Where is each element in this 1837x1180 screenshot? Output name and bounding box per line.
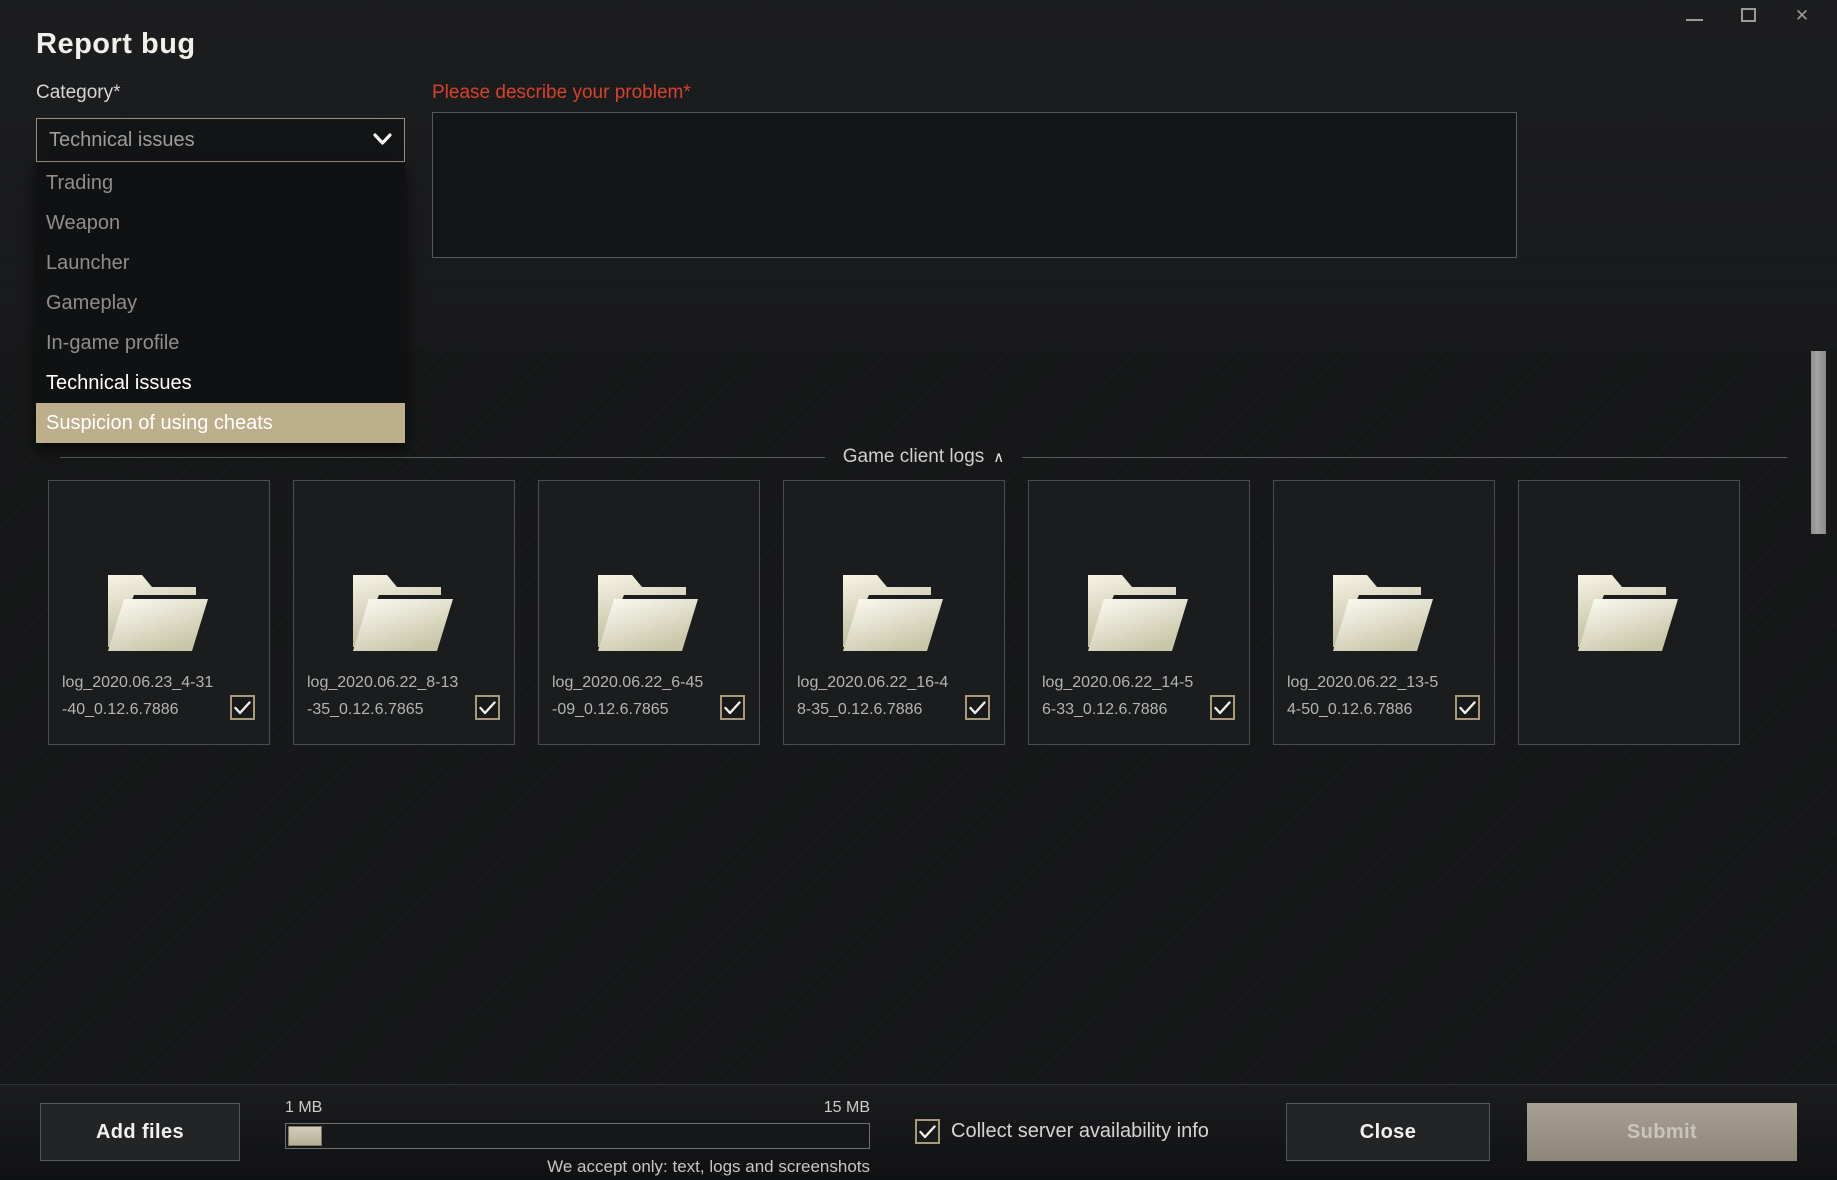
add-files-button[interactable]: Add files xyxy=(40,1103,240,1161)
log-file-name: log_2020.06.22_13-54-50_0.12.6.7886 xyxy=(1287,674,1439,718)
category-select[interactable]: Technical issues xyxy=(36,118,405,162)
collect-server-info-checkbox[interactable]: Collect server availability info xyxy=(915,1119,1209,1144)
log-file-card[interactable]: log_2020.06.22_8-13-35_0.12.6.7865 xyxy=(293,480,515,745)
minimize-icon[interactable] xyxy=(1681,2,1707,28)
log-file-name: log_2020.06.22_14-56-33_0.12.6.7886 xyxy=(1042,674,1194,718)
checkbox-box xyxy=(915,1119,940,1144)
description-label: Please describe your problem* xyxy=(432,82,691,103)
log-file-checkbox[interactable] xyxy=(1455,695,1480,720)
folder-icon xyxy=(108,575,208,651)
section-toggle[interactable]: Game client logs ∧ xyxy=(843,446,1005,468)
dropdown-option[interactable]: Launcher xyxy=(36,243,405,283)
log-file-name: log_2020.06.22_16-48-35_0.12.6.7886 xyxy=(797,674,949,718)
collect-server-info-label: Collect server availability info xyxy=(951,1120,1209,1142)
log-file-name: log_2020.06.22_6-45-09_0.12.6.7865 xyxy=(552,674,704,718)
log-file-grid: log_2020.06.23_4-31-40_0.12.6.7886 log_2… xyxy=(48,480,1788,745)
log-file-card[interactable]: log_2020.06.22_6-45-09_0.12.6.7865 xyxy=(538,480,760,745)
log-file-checkbox[interactable] xyxy=(230,695,255,720)
folder-icon xyxy=(1084,569,1194,666)
footer-bar: Add files 1 MB 15 MB We accept only: tex… xyxy=(0,1084,1837,1180)
window-title-bar: ✕ xyxy=(0,0,1837,30)
log-file-checkbox[interactable] xyxy=(1210,695,1235,720)
folder-icon xyxy=(1329,569,1439,666)
close-icon[interactable]: ✕ xyxy=(1789,2,1815,28)
folder-icon xyxy=(1574,569,1684,666)
section-title-label: Game client logs xyxy=(842,446,985,467)
folder-icon xyxy=(1578,575,1678,651)
check-icon xyxy=(919,1124,936,1138)
file-size-slider-group: 1 MB 15 MB We accept only: text, logs an… xyxy=(285,1099,870,1177)
dropdown-option[interactable]: Suspicion of using cheats xyxy=(36,403,405,443)
folder-icon xyxy=(839,569,949,666)
check-icon xyxy=(234,700,251,714)
chevron-down-glyph xyxy=(373,132,392,145)
slider-marks: 1 MB 15 MB xyxy=(285,1099,870,1117)
log-file-checkbox[interactable] xyxy=(720,695,745,720)
check-icon xyxy=(479,700,496,714)
page-title: Report bug xyxy=(36,28,196,60)
close-button[interactable]: Close xyxy=(1286,1103,1490,1161)
check-icon xyxy=(724,700,741,714)
dropdown-option[interactable]: In-game profile xyxy=(36,323,405,363)
category-select-value: Technical issues xyxy=(49,128,195,151)
folder-icon xyxy=(1088,575,1188,651)
dropdown-option[interactable]: Weapon xyxy=(36,203,405,243)
accept-note: We accept only: text, logs and screensho… xyxy=(547,1157,870,1176)
panel-scrollbar-thumb[interactable] xyxy=(1811,351,1826,534)
dropdown-option[interactable]: Trading xyxy=(36,163,405,203)
folder-icon xyxy=(104,569,214,666)
folder-icon xyxy=(594,569,704,666)
log-file-checkbox[interactable] xyxy=(965,695,990,720)
description-input[interactable] xyxy=(432,112,1517,258)
folder-icon xyxy=(843,575,943,651)
log-file-card[interactable]: log_2020.06.22_16-48-35_0.12.6.7886 xyxy=(783,480,1005,745)
log-file-card[interactable]: log_2020.06.22_14-56-33_0.12.6.7886 xyxy=(1028,480,1250,745)
folder-icon xyxy=(598,575,698,651)
log-file-card[interactable] xyxy=(1518,480,1740,745)
log-file-card[interactable]: log_2020.06.23_4-31-40_0.12.6.7886 xyxy=(48,480,270,745)
category-dropdown-list[interactable]: Trading Weapon Launcher Gameplay In-game pro… xyxy=(36,163,405,443)
dropdown-option[interactable]: Gameplay xyxy=(36,283,405,323)
chevron-down-icon xyxy=(373,132,392,149)
submit-button: Submit xyxy=(1527,1103,1797,1161)
check-icon xyxy=(969,700,986,714)
log-file-name: log_2020.06.23_4-31-40_0.12.6.7886 xyxy=(62,674,214,718)
check-icon xyxy=(1459,700,1476,714)
divider-left xyxy=(60,456,825,458)
slider-max-label: 15 MB xyxy=(823,1099,870,1116)
maximize-icon[interactable] xyxy=(1735,2,1761,28)
log-file-checkbox[interactable] xyxy=(475,695,500,720)
log-file-name: log_2020.06.22_8-13-35_0.12.6.7865 xyxy=(307,674,459,718)
slider-min-label: 1 MB xyxy=(285,1099,323,1116)
folder-icon xyxy=(353,575,453,651)
chevron-up-icon: ∧ xyxy=(993,449,1005,466)
divider-right xyxy=(1022,456,1787,458)
log-file-card[interactable]: log_2020.06.22_13-54-50_0.12.6.7886 xyxy=(1273,480,1495,745)
category-label: Category* xyxy=(36,82,121,103)
game-client-logs-header: Game client logs ∧ xyxy=(0,445,1787,469)
folder-icon xyxy=(349,569,459,666)
file-size-slider-thumb[interactable] xyxy=(288,1126,322,1146)
dropdown-option[interactable]: Technical issues xyxy=(36,363,405,403)
check-icon xyxy=(1214,700,1231,714)
logs-panel: Game client logs ∧ log_2020.06.23_4-31-4… xyxy=(0,349,1837,1084)
folder-icon xyxy=(1333,575,1433,651)
file-size-slider-track[interactable] xyxy=(285,1123,870,1149)
